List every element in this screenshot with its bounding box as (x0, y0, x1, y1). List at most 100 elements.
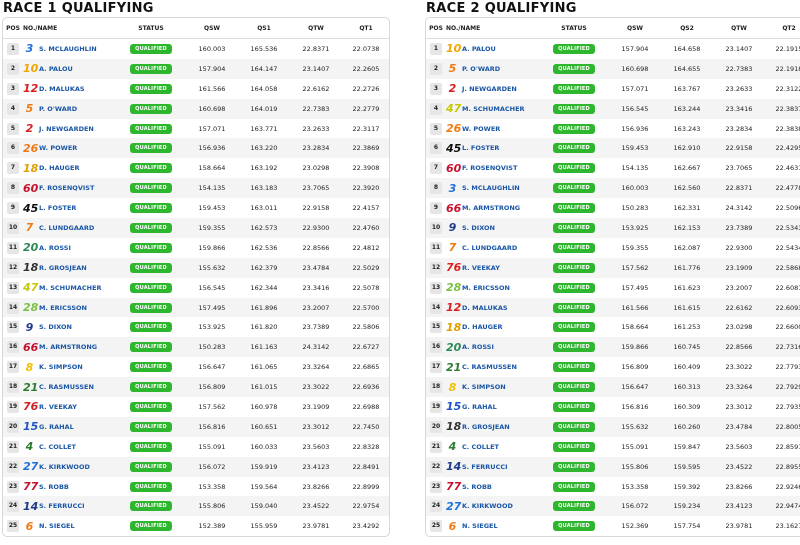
table-row[interactable]: 15 9 S. DIXON QUALIFIED 153.925 161.820 23.738… (3, 317, 389, 337)
driver-name-link[interactable]: C. RASMUSSEN (462, 363, 517, 371)
table-row[interactable]: 21 4 C. COLLET QUALIFIED 155.091 159.847 23.56… (426, 437, 800, 457)
driver-name-link[interactable]: C. RASMUSSEN (39, 383, 94, 391)
table-row[interactable]: 9 45L. FOSTER QUALIFIED 159.453 163.011 22.91… (3, 198, 389, 218)
driver-name-link[interactable]: S. ROBB (462, 483, 492, 491)
header-pos[interactable]: POS (426, 18, 446, 39)
table-row[interactable]: 9 66M. ARMSTRONG QUALIFIED 150.283 162.331 24… (426, 198, 800, 218)
driver-name-link[interactable]: P. O'WARD (462, 65, 500, 73)
driver-name-link[interactable]: A. ROSSI (462, 343, 494, 351)
table-row[interactable]: 6 26W. POWER QUALIFIED 156.936 163.220 23.283… (3, 138, 389, 159)
table-row[interactable]: 23 77S. ROBB QUALIFIED 153.358 159.564 23.826… (3, 477, 389, 497)
table-row[interactable]: 13 47M. SCHUMACHER QUALIFIED 156.545 162.344… (3, 278, 389, 298)
table-row[interactable]: 18 8 K. SIMPSON QUALIFIED 156.647 160.313 23.3… (426, 377, 800, 398)
driver-name-link[interactable]: S. MCLAUGHLIN (39, 45, 97, 53)
header-qtw[interactable]: QTW (291, 18, 341, 39)
header-qtw[interactable]: QTW (714, 18, 764, 39)
driver-name-link[interactable]: D. HAUGER (39, 164, 79, 172)
driver-name-link[interactable]: M. ARMSTRONG (462, 204, 520, 212)
driver-name-link[interactable]: S. DIXON (462, 224, 495, 232)
driver-name-link[interactable]: D. MALUKAS (39, 85, 85, 93)
header-status[interactable]: STATUS (538, 18, 610, 39)
header-qs1[interactable]: QS1 (237, 18, 291, 39)
driver-name-link[interactable]: F. ROSENQVIST (39, 184, 94, 192)
table-row[interactable]: 12 18R. GROSJEAN QUALIFIED 155.632 162.379 23… (3, 257, 389, 278)
header-qt1[interactable]: QT1 (341, 18, 389, 39)
driver-name-link[interactable]: M. ERICSSON (39, 304, 87, 312)
table-row[interactable]: 25 6 N. SIEGEL QUALIFIED 152.369 157.754 23.97… (426, 516, 800, 536)
table-row[interactable]: 18 21C. RASMUSSEN QUALIFIED 156.809 161.015 2… (3, 377, 389, 398)
driver-name-link[interactable]: N. SIEGEL (39, 522, 75, 530)
table-row[interactable]: 3 12D. MALUKAS QUALIFIED 161.566 164.058 22.6… (3, 79, 389, 99)
driver-name-link[interactable]: A. PALOU (39, 65, 73, 73)
table-row[interactable]: 19 15G. RAHAL QUALIFIED 156.816 160.309 23.30… (426, 397, 800, 417)
table-row[interactable]: 25 6 N. SIEGEL QUALIFIED 152.389 155.959 23.97… (3, 516, 389, 536)
driver-name-link[interactable]: C. LUNDGAARD (39, 224, 94, 232)
driver-name-link[interactable]: M. ERICSSON (462, 284, 510, 292)
table-row[interactable]: 10 7 C. LUNDGAARD QUALIFIED 159.355 162.573 22… (3, 218, 389, 238)
table-row[interactable]: 5 26W. POWER QUALIFIED 156.936 163.243 23.283… (426, 119, 800, 139)
driver-name-link[interactable]: G. RAHAL (462, 403, 497, 411)
driver-name-link[interactable]: R. GROSJEAN (39, 264, 87, 272)
header-qsw[interactable]: QSW (610, 18, 660, 39)
table-row[interactable]: 21 4 C. COLLET QUALIFIED 155.091 160.033 23.56… (3, 437, 389, 457)
table-row[interactable]: 24 27K. KIRKWOOD QUALIFIED 156.072 159.234 23… (426, 496, 800, 517)
driver-name-link[interactable]: M. SCHUMACHER (39, 284, 102, 292)
driver-name-link[interactable]: C. COLLET (462, 443, 499, 451)
driver-name-link[interactable]: L. FOSTER (462, 144, 499, 152)
driver-name-link[interactable]: S. ROBB (39, 483, 69, 491)
header-name[interactable]: NO./NAME (446, 18, 538, 39)
table-row[interactable]: 20 15G. RAHAL QUALIFIED 156.816 160.651 23.30… (3, 416, 389, 437)
table-row[interactable]: 4 5 P. O'WARD QUALIFIED 160.698 164.019 22.738… (3, 98, 389, 119)
table-row[interactable]: 1 3 S. MCLAUGHLIN QUALIFIED 160.003 165.536 22… (3, 39, 389, 59)
driver-name-link[interactable]: C. LUNDGAARD (462, 244, 517, 252)
driver-name-link[interactable]: P. O'WARD (39, 105, 77, 113)
table-row[interactable]: 3 2 J. NEWGARDEN QUALIFIED 157.071 163.767 23.… (426, 79, 800, 99)
driver-name-link[interactable]: R. VEEKAY (39, 403, 77, 411)
table-row[interactable]: 23 77S. ROBB QUALIFIED 153.358 159.392 23.826… (426, 477, 800, 497)
table-row[interactable]: 8 3 S. MCLAUGHLIN QUALIFIED 160.003 162.560 22… (426, 178, 800, 199)
table-row[interactable]: 14 28M. ERICSSON QUALIFIED 157.495 161.896 23… (3, 297, 389, 318)
table-row[interactable]: 19 76R. VEEKAY QUALIFIED 157.562 160.978 23.1… (3, 397, 389, 417)
table-row[interactable]: 14 12D. MALUKAS QUALIFIED 161.566 161.615 22.… (426, 297, 800, 318)
table-row[interactable]: 17 8 K. SIMPSON QUALIFIED 156.647 161.065 23.3… (3, 357, 389, 377)
table-row[interactable]: 11 7 C. LUNDGAARD QUALIFIED 159.355 162.087 22… (426, 238, 800, 258)
driver-name-link[interactable]: K. SIMPSON (462, 383, 506, 391)
table-row[interactable]: 7 18D. HAUGER QUALIFIED 158.664 163.192 23.02… (3, 158, 389, 178)
driver-name-link[interactable]: K. KIRKWOOD (462, 502, 513, 510)
driver-name-link[interactable]: J. NEWGARDEN (462, 85, 517, 93)
table-row[interactable]: 7 60F. ROSENQVIST QUALIFIED 154.135 162.667 2… (426, 158, 800, 178)
table-row[interactable]: 4 47M. SCHUMACHER QUALIFIED 156.545 163.244 2… (426, 98, 800, 119)
table-row[interactable]: 15 18D. HAUGER QUALIFIED 158.664 161.253 23.0… (426, 317, 800, 337)
table-row[interactable]: 2 10A. PALOU QUALIFIED 157.904 164.147 23.140… (3, 58, 389, 79)
table-row[interactable]: 13 28M. ERICSSON QUALIFIED 157.495 161.623 23… (426, 278, 800, 298)
table-row[interactable]: 16 66M. ARMSTRONG QUALIFIED 150.283 161.163 2… (3, 337, 389, 358)
driver-name-link[interactable]: W. POWER (462, 125, 500, 133)
driver-name-link[interactable]: M. ARMSTRONG (39, 343, 97, 351)
driver-name-link[interactable]: L. FOSTER (39, 204, 76, 212)
driver-name-link[interactable]: K. KIRKWOOD (39, 463, 90, 471)
table-row[interactable]: 17 21C. RASMUSSEN QUALIFIED 156.809 160.409 2… (426, 357, 800, 377)
driver-name-link[interactable]: W. POWER (39, 144, 77, 152)
table-row[interactable]: 24 14S. FERRUCCI QUALIFIED 155.806 159.040 23… (3, 496, 389, 517)
driver-name-link[interactable]: S. MCLAUGHLIN (462, 184, 520, 192)
driver-name-link[interactable]: A. ROSSI (39, 244, 71, 252)
driver-name-link[interactable]: R. VEEKAY (462, 264, 500, 272)
header-qt2[interactable]: QT2 (764, 18, 800, 39)
driver-name-link[interactable]: G. RAHAL (39, 423, 74, 431)
driver-name-link[interactable]: S. FERRUCCI (462, 463, 508, 471)
header-pos[interactable]: POS (3, 18, 23, 39)
header-name[interactable]: NO./NAME (23, 18, 115, 39)
driver-name-link[interactable]: R. GROSJEAN (462, 423, 510, 431)
driver-name-link[interactable]: D. MALUKAS (462, 304, 508, 312)
table-row[interactable]: 22 14S. FERRUCCI QUALIFIED 155.806 159.595 23… (426, 456, 800, 477)
driver-name-link[interactable]: K. SIMPSON (39, 363, 83, 371)
header-qs2[interactable]: QS2 (660, 18, 714, 39)
table-row[interactable]: 5 2 J. NEWGARDEN QUALIFIED 157.071 163.771 23.… (3, 119, 389, 139)
table-row[interactable]: 10 9 S. DIXON QUALIFIED 153.925 162.153 23.738… (426, 218, 800, 238)
driver-name-link[interactable]: N. SIEGEL (462, 522, 498, 530)
driver-name-link[interactable]: C. COLLET (39, 443, 76, 451)
table-row[interactable]: 2 5 P. O'WARD QUALIFIED 160.698 164.655 22.738… (426, 58, 800, 79)
driver-name-link[interactable]: M. SCHUMACHER (462, 105, 525, 113)
driver-name-link[interactable]: F. ROSENQVIST (462, 164, 517, 172)
table-row[interactable]: 20 18R. GROSJEAN QUALIFIED 155.632 160.260 23… (426, 416, 800, 437)
